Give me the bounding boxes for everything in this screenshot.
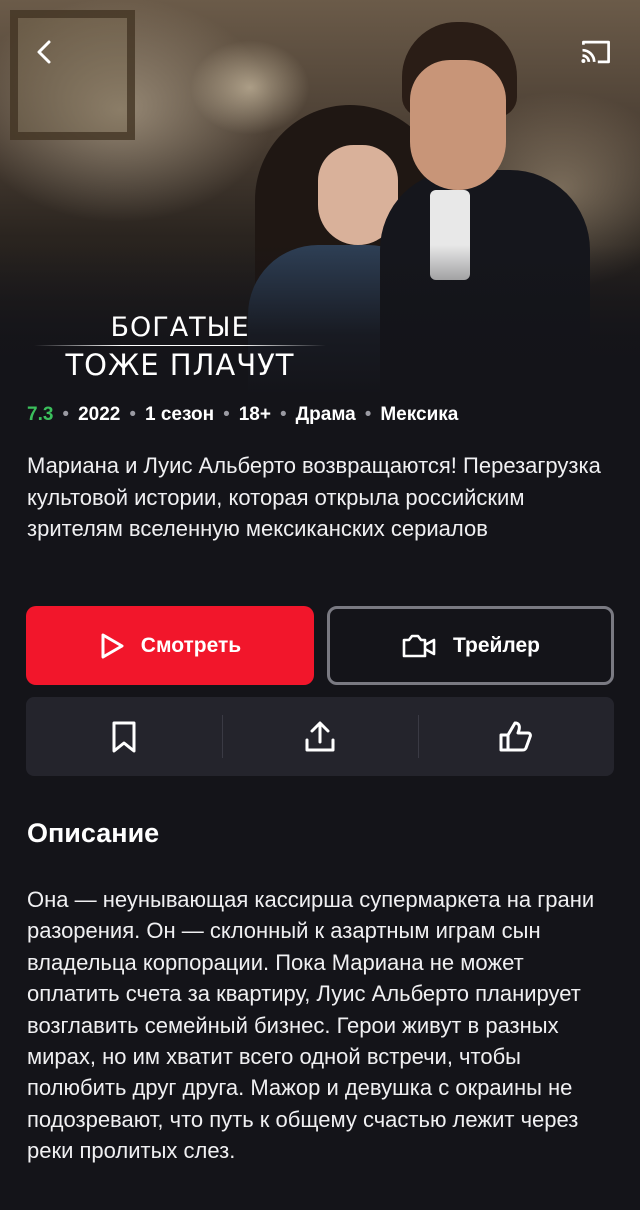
trailer-button[interactable]: Трейлер: [327, 606, 614, 685]
separator-dot: •: [279, 404, 287, 425]
genre: Драма: [295, 404, 356, 425]
description-heading: Описание: [27, 818, 160, 848]
separator-dot: •: [223, 404, 230, 425]
share-icon: [305, 721, 335, 751]
separator-dot: •: [129, 404, 137, 425]
action-bar: [26, 697, 614, 776]
age-rating: 18+: [238, 404, 271, 425]
logo-rule: [34, 345, 326, 346]
thumbs-up-icon: [499, 721, 532, 751]
back-button[interactable]: [26, 34, 62, 70]
meta-row: 7.3 • 2022 • 1 сезон • 18+ • Драма • Мек…: [27, 401, 458, 429]
background-picture-frame: [10, 10, 135, 140]
play-icon: [101, 633, 124, 658]
separator-dot: •: [62, 404, 70, 425]
tagline: Мариана и Луис Альберто возвращаются! Пе…: [27, 453, 601, 541]
background-chandelier: [190, 40, 310, 135]
like-button[interactable]: [418, 697, 614, 776]
watch-label: Смотреть: [140, 633, 242, 657]
watch-button[interactable]: Смотреть: [26, 606, 314, 685]
actor-face: [410, 60, 506, 190]
year: 2022: [78, 404, 121, 425]
logo-line-1: БОГАТЫЕ: [110, 312, 250, 343]
seasons: 1 сезон: [145, 404, 215, 425]
logo-line-2: ТОЖЕ ПЛАЧУТ: [65, 348, 295, 382]
cast-button[interactable]: [578, 34, 614, 70]
bookmark-button[interactable]: [26, 697, 222, 776]
bookmark-icon: [112, 721, 136, 752]
show-logo: БОГАТЫЕ ТОЖЕ ПЛАЧУТ: [30, 313, 330, 382]
description-text: Она — неунывающая кассирша супермаркета …: [27, 887, 595, 1164]
cast-icon: [581, 40, 610, 64]
chevron-left-icon: [37, 40, 51, 64]
separator-dot: •: [364, 404, 372, 425]
rating: 7.3: [27, 404, 54, 425]
trailer-label: Трейлер: [452, 633, 540, 657]
country: Мексика: [380, 404, 459, 425]
video-camera-icon: [402, 634, 436, 657]
share-button[interactable]: [222, 697, 418, 776]
